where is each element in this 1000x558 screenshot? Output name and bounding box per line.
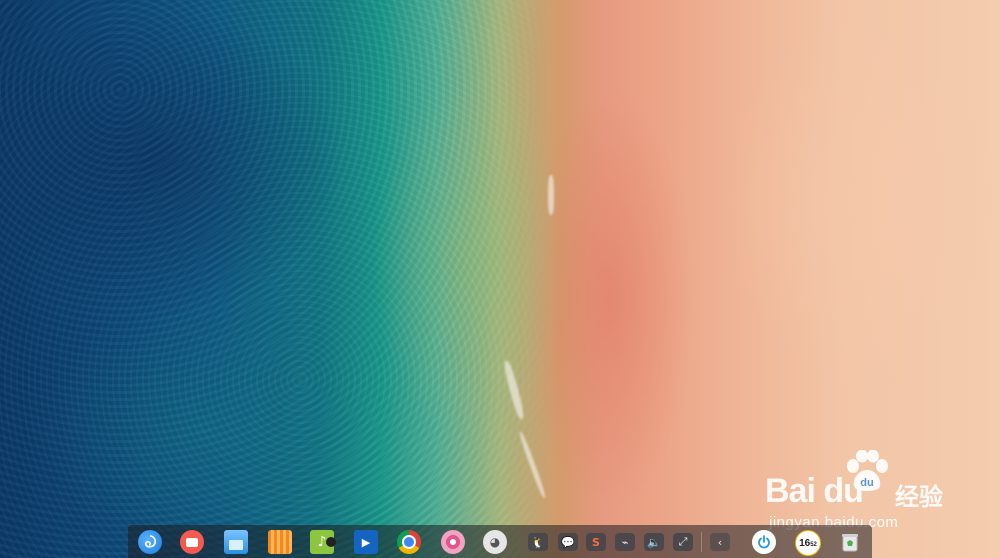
- volume-glyph: 🔈: [647, 535, 661, 549]
- music-disc-icon: [326, 537, 336, 547]
- multitasking-icon[interactable]: [180, 530, 204, 554]
- wechat-glyph: 💬: [561, 535, 575, 549]
- watermark-brand-cn: 经验: [895, 483, 943, 511]
- cat-avatar-icon[interactable]: ◕: [483, 530, 507, 554]
- chrome-icon[interactable]: [397, 530, 421, 554]
- desktop[interactable]: du Bai du 经验 jingyan.baidu.com ♪ ▶ ◕ 🐧 💬…: [0, 0, 1000, 558]
- watermark-brand: Bai du: [765, 472, 864, 510]
- qq-glyph: 🐧: [531, 535, 545, 549]
- launcher-icon[interactable]: [138, 530, 162, 554]
- network-glyph: ⤢: [678, 535, 688, 548]
- trash-icon[interactable]: [838, 530, 862, 554]
- network-icon[interactable]: ⤢: [673, 533, 693, 551]
- video-icon[interactable]: ▶: [354, 530, 378, 554]
- file-manager-icon[interactable]: [224, 530, 248, 554]
- volume-icon[interactable]: 🔈: [644, 533, 664, 551]
- qq-icon[interactable]: 🐧: [528, 533, 548, 551]
- sogou-glyph: S: [592, 535, 600, 549]
- power-icon[interactable]: [752, 530, 776, 554]
- clock-minutes: 52: [810, 542, 817, 548]
- wave-foam: [548, 175, 554, 215]
- collapse-glyph: ‹: [717, 535, 723, 549]
- wechat-icon[interactable]: 💬: [558, 533, 578, 551]
- sogou-input-icon[interactable]: S: [586, 533, 606, 551]
- usb-icon[interactable]: ⌁: [615, 533, 635, 551]
- usb-glyph: ⌁: [621, 535, 629, 549]
- clock-icon[interactable]: 16 52: [795, 530, 821, 556]
- dock-separator: [701, 532, 702, 552]
- dock: ♪ ▶ ◕ 🐧 💬 S ⌁ 🔈 ⤢ ‹ 16 52: [128, 525, 872, 558]
- clock-hours: 16: [799, 537, 811, 549]
- app-store-icon[interactable]: [268, 530, 292, 554]
- settings-icon[interactable]: [441, 530, 465, 554]
- collapse-tray-icon[interactable]: ‹: [710, 533, 730, 551]
